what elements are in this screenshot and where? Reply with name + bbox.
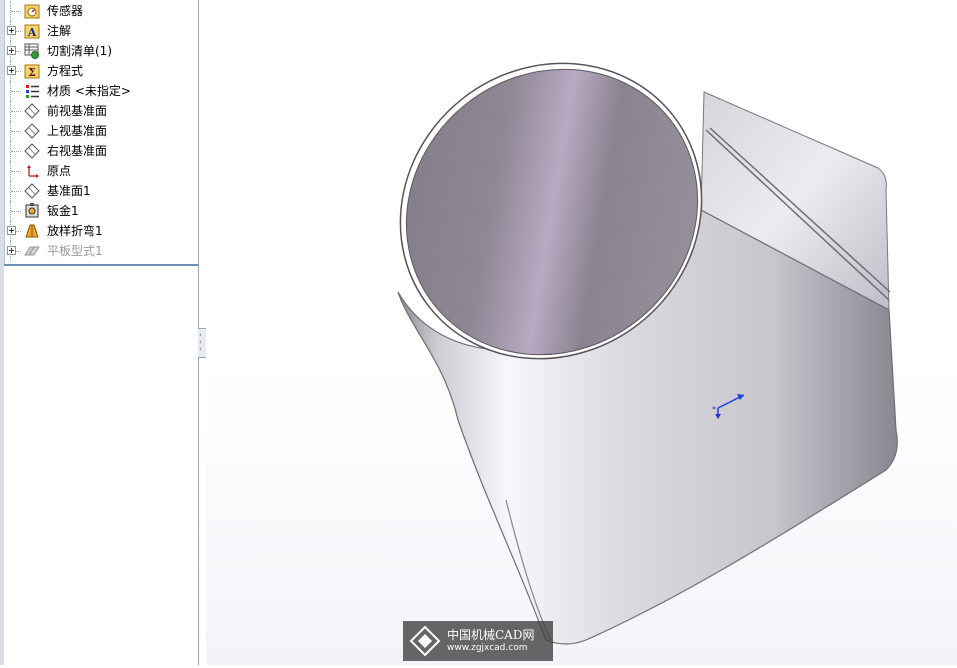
watermark-title: 中国机械CAD网	[447, 628, 535, 642]
tree-item-plane1[interactable]: 基准面1	[4, 181, 194, 201]
tree-connector	[10, 201, 23, 221]
equation-folder-icon: Σ	[24, 64, 40, 79]
tree-item-label: 传感器	[47, 4, 84, 18]
cut-list-icon	[24, 43, 39, 59]
tree-item-top-plane[interactable]: 上视基准面	[4, 121, 194, 141]
tree-item-label: 右视基准面	[47, 144, 108, 158]
tree-item-label: 注解	[47, 24, 72, 38]
tree-item-label: 方程式	[47, 64, 84, 78]
tree-connector	[10, 121, 23, 141]
tree-item-cut-list[interactable]: 切割清单(1)	[4, 41, 194, 61]
origin-icon	[27, 165, 39, 178]
expand-plus-icon[interactable]	[7, 46, 16, 55]
lofted-bend-icon	[25, 224, 39, 238]
plane-icon	[24, 123, 40, 139]
watermark-url: www.zgjxcad.com	[447, 643, 528, 653]
svg-text:Σ: Σ	[28, 66, 36, 79]
tree-item-origin[interactable]: 原点	[4, 161, 194, 181]
tree-empty-area	[4, 264, 198, 667]
graphics-viewport[interactable]: *	[206, 0, 957, 665]
tree-connector	[10, 161, 23, 181]
tree-item-right-plane[interactable]: 右视基准面	[4, 141, 194, 161]
tree-item-label: 材质 <未指定>	[47, 84, 131, 98]
tree-item-label: 平板型式1	[47, 244, 103, 258]
model-canvas: *	[397, 62, 898, 645]
tree-item-label: 原点	[47, 164, 72, 178]
tree-item-label: 钣金1	[47, 204, 79, 218]
tree-connector	[10, 1, 23, 21]
tree-item-equations[interactable]: Σ 方程式	[4, 61, 194, 81]
expand-plus-icon[interactable]	[7, 26, 16, 35]
tree-item-label: 前视基准面	[47, 104, 108, 118]
tree-item-flat-pattern1[interactable]: 平板型式1	[4, 241, 194, 261]
tree-item-label: 切割清单(1)	[47, 44, 112, 58]
sheet-metal-icon	[25, 203, 39, 218]
plane-icon	[24, 143, 40, 159]
tree-item-label: 放样折弯1	[47, 224, 103, 238]
tree-item-label: 基准面1	[47, 184, 91, 198]
tree-item-front-plane[interactable]: 前视基准面	[4, 101, 194, 121]
plane-icon	[24, 183, 40, 199]
watermark-logo: 中国机械CAD网 www.zgjxcad.com	[403, 621, 553, 661]
tree-connector	[10, 101, 23, 121]
svg-text:*: *	[712, 405, 716, 414]
annotation-folder-icon: A	[24, 24, 40, 39]
tree-item-label: 上视基准面	[47, 124, 108, 138]
material-icon	[26, 85, 39, 98]
svg-text:A: A	[27, 26, 37, 39]
tree-connector	[10, 181, 23, 201]
tree-item-annotations[interactable]: A 注解	[4, 21, 194, 41]
tree-item-lofted-bend1[interactable]: 放样折弯1	[4, 221, 194, 241]
tree-connector	[10, 141, 23, 161]
flat-pattern-icon	[24, 246, 40, 256]
sensor-icon	[24, 4, 40, 19]
expand-plus-icon[interactable]	[7, 246, 16, 255]
tree-item-sensors[interactable]: 传感器	[4, 1, 194, 21]
expand-plus-icon[interactable]	[7, 226, 16, 235]
tree-item-sheet-metal1[interactable]: 钣金1	[4, 201, 194, 221]
tree-item-material[interactable]: 材质 <未指定>	[4, 81, 194, 101]
tree-connector	[10, 81, 23, 101]
feature-manager-tree: 传感器 A 注解 切割清单(1) Σ 方程式 材质 <未指定> 前视基准面 上视…	[0, 0, 199, 667]
watermark-logo-icon	[409, 625, 441, 657]
expand-plus-icon[interactable]	[7, 66, 16, 75]
plane-icon	[24, 103, 40, 119]
